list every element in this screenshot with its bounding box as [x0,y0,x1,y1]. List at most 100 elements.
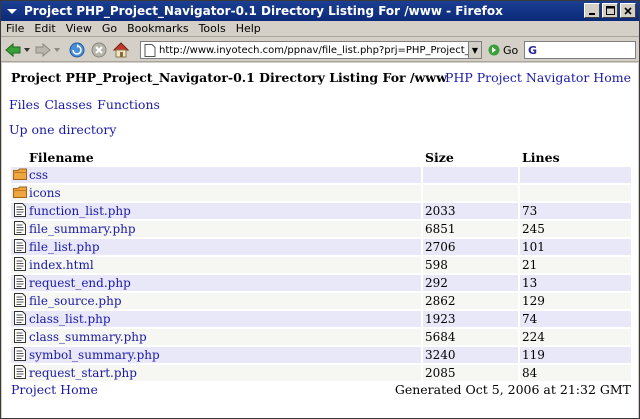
table-row: class_summary.php 5684 224 [11,329,631,345]
filename-cell: symbol_summary.php [11,347,421,363]
size-cell: 5684 [423,329,518,345]
file-icon [14,293,26,308]
file-icon [14,275,26,290]
search-input[interactable]: G [524,41,636,59]
filename-cell: request_end.php [11,275,421,291]
size-cell: 2862 [423,293,518,309]
back-dropdown-icon[interactable] [23,40,31,60]
table-row: icons [11,185,631,201]
file-rows: css icons function_list.php 2033 73 file_summ… [11,167,631,381]
col-lines: Lines [522,149,560,165]
size-cell: 2033 [423,203,518,219]
url-input[interactable]: http://www.inyotech.com/ppnav/file_list.… [159,45,472,56]
size-cell: 598 [423,257,518,273]
file-link[interactable]: request_end.php [29,276,131,290]
forward-dropdown-icon[interactable] [53,40,61,60]
page-icon [143,43,157,57]
table-row: function_list.php 2033 73 [11,203,631,219]
filename-cell: css [11,167,421,183]
nav-classes-link[interactable]: Classes [44,97,92,112]
up-directory-link[interactable]: Up one directory [9,122,116,137]
file-table: Filename Size Lines css icons function_lis… [9,147,633,383]
go-arrow-icon [488,44,500,56]
menu-help[interactable]: Help [231,22,266,35]
menu-tools[interactable]: Tools [194,22,231,35]
filename-cell: request_start.php [11,365,421,381]
page-title: Project PHP_Project_Navigator-0.1 Direct… [11,70,447,85]
url-dropdown-icon[interactable]: ▼ [468,42,481,58]
forward-icon[interactable] [33,40,53,60]
file-icon [14,239,26,254]
file-link[interactable]: file_source.php [29,294,122,308]
file-link[interactable]: index.html [29,258,94,272]
minimize-button[interactable] [584,3,600,18]
menu-bookmarks[interactable]: Bookmarks [122,22,193,35]
folder-link[interactable]: icons [29,186,61,200]
generated-timestamp: Generated Oct 5, 2006 at 21:32 GMT [394,382,631,397]
filename-cell: file_summary.php [11,221,421,237]
table-row: file_list.php 2706 101 [11,239,631,255]
file-link[interactable]: file_list.php [29,240,100,254]
lines-cell: 129 [520,293,631,309]
lines-cell: 101 [520,239,631,255]
menu-bar: File Edit View Go Bookmarks Tools Help [1,21,639,37]
maximize-button[interactable] [602,3,618,18]
lines-cell: 84 [520,365,631,381]
file-icon [14,347,26,362]
table-row: request_start.php 2085 84 [11,365,631,381]
size-cell: 2706 [423,239,518,255]
section-nav: Files Classes Functions [9,97,160,112]
folder-icon [13,168,27,181]
file-link[interactable]: function_list.php [29,204,131,218]
lines-cell [520,185,631,201]
menu-go[interactable]: Go [97,22,122,35]
back-icon[interactable] [3,40,23,60]
size-cell: 292 [423,275,518,291]
file-icon [14,221,26,236]
filename-cell: file_list.php [11,239,421,255]
menu-edit[interactable]: Edit [29,22,60,35]
close-button[interactable] [620,3,636,18]
page-content: Project PHP_Project_Navigator-0.1 Direct… [2,63,638,418]
project-home-link[interactable]: Project Home [11,382,98,397]
stop-icon[interactable] [89,40,109,60]
filename-cell: class_summary.php [11,329,421,345]
menu-view[interactable]: View [61,22,97,35]
browser-window: Project PHP_Project_Navigator-0.1 Direct… [0,0,640,419]
folder-link[interactable]: css [29,168,48,182]
lines-cell [520,167,631,183]
reload-icon[interactable] [67,40,87,60]
filename-cell: icons [11,185,421,201]
filename-cell: file_source.php [11,293,421,309]
size-cell [423,185,518,201]
size-cell [423,167,518,183]
file-icon [14,311,26,326]
file-icon [14,257,26,272]
file-link[interactable]: file_summary.php [29,222,136,236]
lines-cell: 73 [520,203,631,219]
home-icon[interactable] [111,40,131,60]
file-link[interactable]: request_start.php [29,366,137,380]
nav-functions-link[interactable]: Functions [97,97,160,112]
folder-icon [13,186,27,199]
size-cell: 3240 [423,347,518,363]
nav-files-link[interactable]: Files [9,97,39,112]
window-title: Project PHP_Project_Navigator-0.1 Direct… [24,4,503,18]
size-cell: 1923 [423,311,518,327]
window-menu-icon[interactable] [4,3,20,19]
col-size: Size [425,149,454,165]
file-icon [14,365,26,380]
lines-cell: 119 [520,347,631,363]
navigator-home-link[interactable]: PHP Project Navigator Home [445,70,631,85]
filename-cell: class_list.php [11,311,421,327]
menu-file[interactable]: File [1,22,29,35]
file-link[interactable]: class_summary.php [29,330,147,344]
title-bar[interactable]: Project PHP_Project_Navigator-0.1 Direct… [1,1,639,21]
table-row: symbol_summary.php 3240 119 [11,347,631,363]
file-link[interactable]: symbol_summary.php [29,348,160,362]
table-row: file_source.php 2862 129 [11,293,631,309]
file-link[interactable]: class_list.php [29,312,111,326]
go-button[interactable]: Go [488,41,518,59]
filename-cell: function_list.php [11,203,421,219]
url-bar[interactable]: http://www.inyotech.com/ppnav/file_list.… [140,41,482,59]
